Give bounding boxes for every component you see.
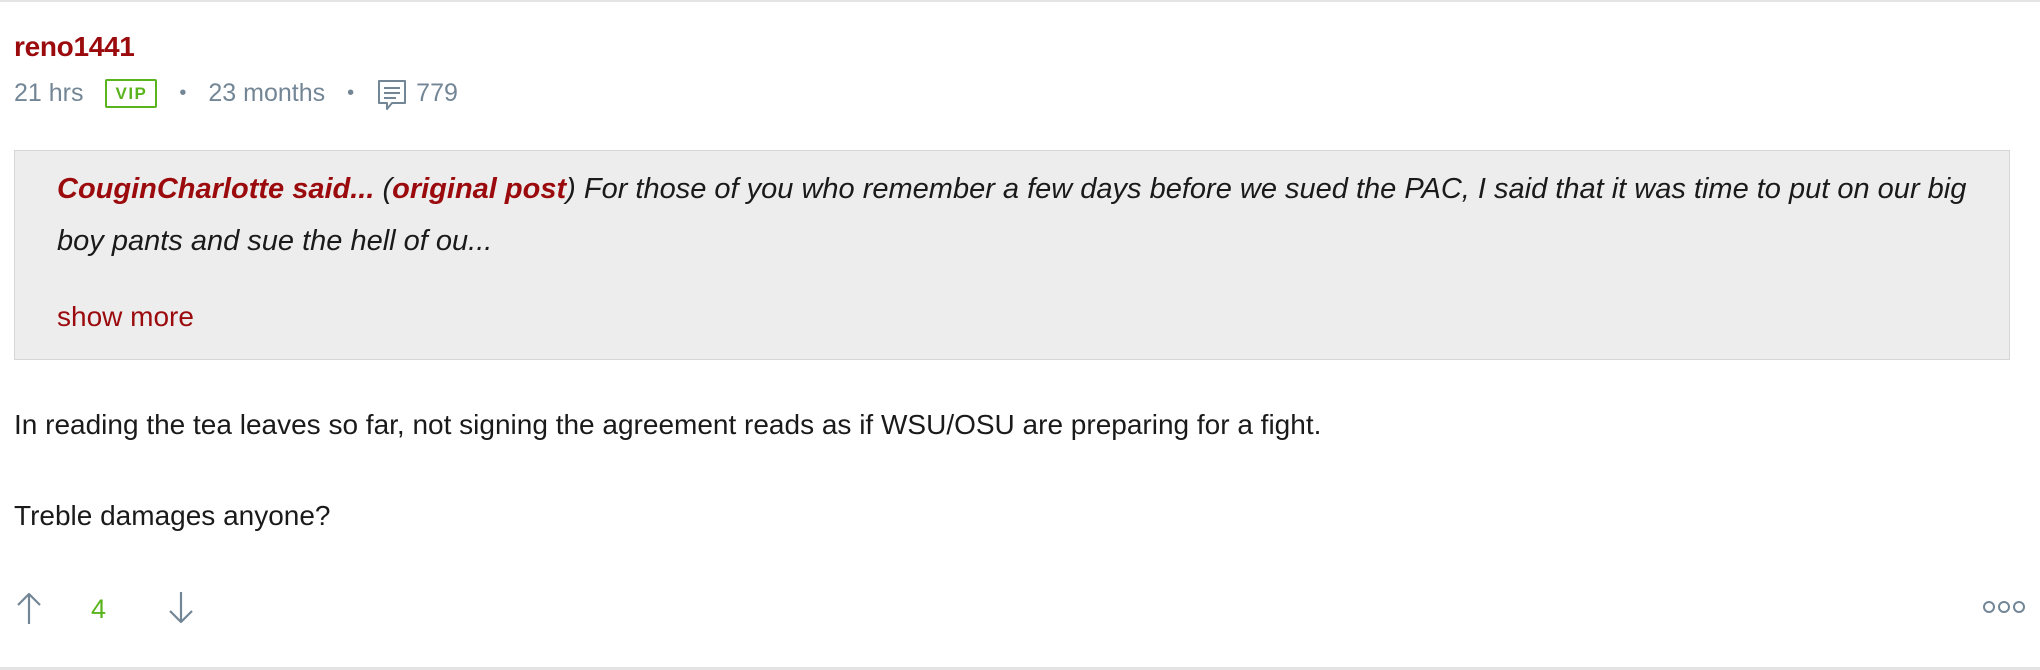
vip-badge: VIP [105, 78, 158, 108]
quote-author[interactable]: CouginCharlotte said... [57, 173, 374, 205]
comment-icon [376, 78, 408, 112]
post-body-line: Treble damages anyone? [14, 500, 331, 531]
vote-score: 4 [91, 594, 107, 624]
original-post-link[interactable]: original post [392, 173, 566, 205]
post-actions: 4 [14, 586, 2026, 630]
post-body-line: In reading the tea leaves so far, not si… [14, 409, 1322, 440]
top-divider [0, 0, 2040, 2]
quote-paren-close: ) [566, 173, 576, 205]
meta-separator: • [347, 81, 355, 104]
quoted-post: CouginCharlotte said... (original post) … [14, 150, 2010, 360]
quote-paren-open: ( [374, 173, 393, 205]
arrow-down-icon[interactable] [166, 590, 196, 626]
post-count: 779 [416, 78, 458, 107]
post-time: 21 hrs [14, 78, 84, 107]
show-more-link[interactable]: show more [57, 301, 194, 333]
post-username[interactable]: reno1441 [14, 31, 135, 63]
arrow-up-icon[interactable] [14, 590, 44, 626]
post-meta: 21 hrs VIP • 23 months • 779 [14, 75, 458, 111]
quote-text: CouginCharlotte said... (original post) … [57, 163, 1967, 267]
meta-separator: • [179, 81, 187, 104]
ellipsis-circles-icon[interactable] [1982, 596, 2026, 618]
member-duration: 23 months [208, 78, 326, 107]
